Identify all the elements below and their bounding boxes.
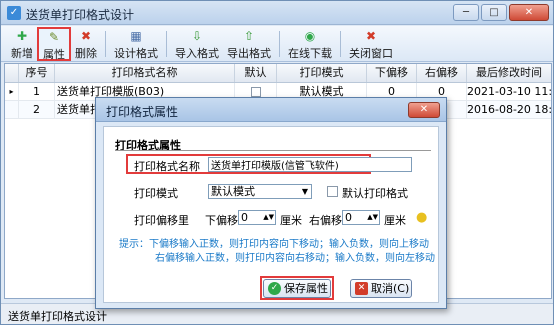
column-header[interactable]: 打印模式 [277,64,367,82]
print-mode-select[interactable]: 默认模式 ▼ [208,184,312,199]
column-header[interactable]: 下偏移 [367,64,417,82]
cancel-label: 取消(C) [371,282,410,295]
down-offset-label: 下偏移 [205,214,238,227]
export-format-button[interactable]: ⇧ 导出格式 [223,27,275,61]
add-label: 新增 [11,47,33,60]
online-download-label: 在线下载 [288,47,332,60]
export-icon: ⇧ [243,29,255,43]
default-format-label: 默认打印格式 [342,187,408,200]
design-icon: ▦ [130,29,142,43]
column-header[interactable]: 序号 [19,64,55,82]
edit-icon: ✎ [48,30,60,44]
close-window-button[interactable]: ✖ 关闭窗口 [345,27,397,61]
toolbar: ✚ 新增 ✎ 属性 ✖ 删除 ▦ 设计格式 ⇩ 导入格式 ⇧ 导出格式 ◉ 在线… [1,26,553,62]
spinner-arrows-icon[interactable]: ▲▼ [263,211,274,224]
download-icon: ◉ [304,29,316,43]
title-bar: ✓ 送货单打印格式设计 ─ □ ✕ [1,1,553,25]
default-format-checkbox[interactable] [327,186,338,197]
row-number: 1 [19,83,55,100]
down-offset-value: 0 [241,211,248,224]
column-header[interactable]: 右偏移 [417,64,467,82]
chevron-down-icon: ▼ [301,187,308,196]
dialog-close-button[interactable]: ✕ [408,102,440,118]
default-checkbox[interactable] [250,87,261,97]
right-offset-label: 右偏移 [309,214,342,227]
row-number: 2 [19,101,55,118]
dialog-title: 打印格式属性 [106,105,179,119]
column-header[interactable]: 打印格式名称 [55,64,235,82]
add-icon: ✚ [16,29,28,43]
status-text: 送货单打印格式设计 [8,310,107,323]
minimize-button[interactable]: ─ [453,4,479,21]
column-header[interactable]: 默认 [235,64,277,82]
row-marker [5,101,19,118]
spinner-arrows-icon[interactable]: ▲▼ [367,211,378,224]
close-window-label: 关闭窗口 [349,47,393,60]
row-marker: ▸ [5,83,19,100]
right-unit-label: 厘米 [384,214,406,227]
print-mode-label: 打印模式 [134,187,178,200]
delete-button[interactable]: ✖ 删除 [71,27,101,61]
delete-icon: ✖ [80,29,92,43]
down-offset-spinner[interactable]: 0 ▲▼ [238,210,276,225]
column-header[interactable]: 最后修改时间 [467,64,551,82]
online-download-button[interactable]: ◉ 在线下载 [284,27,336,61]
format-name-input[interactable] [208,157,412,172]
dialog-body: 打印格式属性 打印格式名称 打印模式 默认模式 ▼ 默认打印格式 打印偏移里 下… [103,126,439,303]
properties-label: 属性 [43,48,65,61]
row-marker-header [5,64,19,82]
design-format-label: 设计格式 [114,47,158,60]
hint-line-1: 提示：下偏移输入正数，则打印内容向下移动；输入负数，则向上移动 [119,239,429,250]
close-icon: ✕ [355,282,368,295]
hint-line-2: 右偏移输入正数，则打印内容向右移动；输入负数，则向左移动 [155,253,435,264]
print-mode-value: 默认模式 [211,185,255,198]
format-properties-dialog: 打印格式属性 ✕ 打印格式属性 打印格式名称 打印模式 默认模式 ▼ 默认打印格… [95,97,447,309]
design-format-button[interactable]: ▦ 设计格式 [110,27,162,61]
right-offset-value: 0 [345,211,352,224]
modified-time-cell: 2016-08-20 18:21 [467,101,551,118]
dialog-title-bar: 打印格式属性 ✕ [96,98,446,122]
toolbar-separator [279,31,280,57]
import-icon: ⇩ [191,29,203,43]
export-format-label: 导出格式 [227,47,271,60]
save-properties-button[interactable]: ✓ 保存属性 [263,279,331,298]
cancel-button[interactable]: ✕ 取消(C) [350,279,412,298]
add-button[interactable]: ✚ 新增 [7,27,37,61]
maximize-button[interactable]: □ [481,4,507,21]
lightbulb-icon: ● [416,210,428,225]
section-divider [115,150,431,151]
import-format-label: 导入格式 [175,47,219,60]
properties-button[interactable]: ✎ 属性 [37,27,71,61]
down-unit-label: 厘米 [280,214,302,227]
toolbar-separator [340,31,341,57]
toolbar-separator [105,31,106,57]
table-header: 序号 打印格式名称 默认 打印模式 下偏移 右偏移 最后修改时间 [5,64,551,83]
toolbar-separator [166,31,167,57]
check-icon: ✓ [268,282,281,295]
delete-label: 删除 [75,47,97,60]
window-title: 送货单打印格式设计 [26,8,135,22]
import-format-button[interactable]: ⇩ 导入格式 [171,27,223,61]
modified-time-cell: 2021-03-10 11:38 [467,83,551,100]
close-window-icon: ✖ [365,29,377,43]
offset-label: 打印偏移里 [134,214,189,227]
format-name-label: 打印格式名称 [134,160,200,173]
save-label: 保存属性 [284,282,328,295]
close-button[interactable]: ✕ [509,4,549,21]
app-icon: ✓ [7,6,21,20]
right-offset-spinner[interactable]: 0 ▲▼ [342,210,380,225]
